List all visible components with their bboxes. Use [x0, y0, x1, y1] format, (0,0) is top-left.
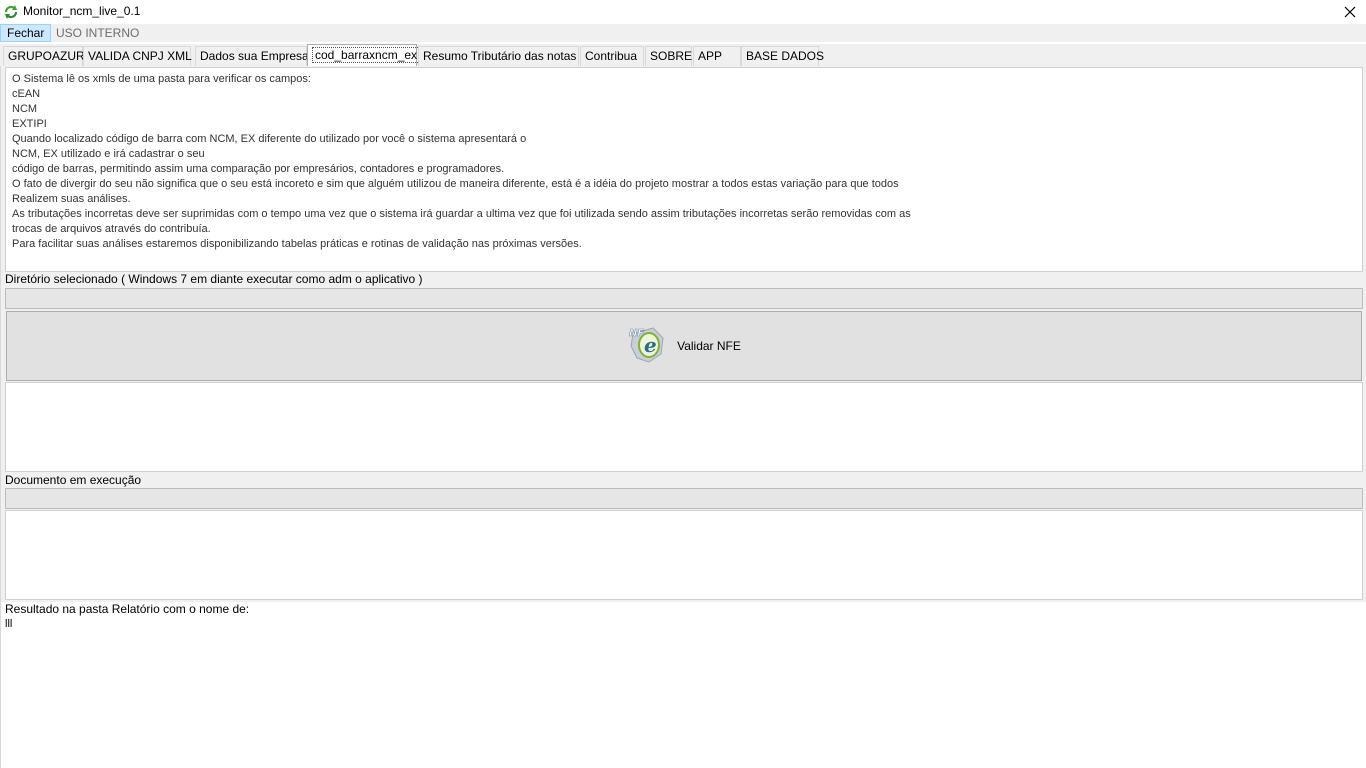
tab-label: GRUPOAZUR	[8, 49, 85, 63]
description-line: EXTIPI	[12, 118, 47, 130]
tab-app[interactable]: APP	[693, 46, 741, 66]
tab-sobre[interactable]: SOBRE	[645, 46, 692, 66]
tab-label: cod_barraxncm_ex	[312, 47, 421, 63]
tab-base-dados[interactable]: BASE DADOS	[741, 46, 824, 66]
tab-label: Resumo Tributário das notas	[423, 49, 577, 63]
tab-grupoazur[interactable]: GRUPOAZUR	[3, 46, 85, 66]
description-line: código de barras, permitindo assim uma c…	[12, 163, 505, 175]
tab-label: VALIDA CNPJ XML	[88, 49, 192, 63]
tab-label: Contribua	[585, 49, 638, 63]
result-label: Resultado na pasta Relatório com o nome …	[5, 602, 250, 616]
tab-label: SOBRE	[650, 49, 693, 63]
log-textbox[interactable]	[5, 382, 1363, 472]
tab-dados-sua-empresa[interactable]: Dados sua Empresa	[195, 46, 309, 66]
document-progress-bar	[5, 488, 1363, 509]
description-line: cEAN	[12, 88, 41, 100]
description-line: O fato de divergir do seu não significa …	[12, 178, 899, 190]
svg-text:e: e	[644, 333, 657, 357]
tab-label: BASE DADOS	[746, 49, 825, 63]
result-value: lll	[5, 618, 13, 630]
directory-progress-bar	[5, 288, 1363, 309]
validar-nfe-label: Validar NFE	[677, 339, 741, 353]
document-label: Documento em execução	[5, 473, 142, 487]
document-textbox[interactable]	[5, 510, 1363, 600]
directory-label: Diretório selecionado ( Windows 7 em dia…	[5, 272, 423, 286]
description-line: NCM	[12, 103, 38, 115]
tab-label: Dados sua Empresa	[200, 49, 309, 63]
nfe-logo-icon: e NF	[627, 324, 669, 369]
description-line: O Sistema lê os xmls de uma pasta para v…	[12, 73, 311, 85]
close-button[interactable]	[1334, 0, 1366, 24]
description-line: NCM, EX utilizado e irá cadastrar o seu	[12, 148, 205, 160]
title-bar: Monitor_ncm_live_0.1	[0, 0, 1366, 24]
tab-label: APP	[698, 49, 723, 63]
tab-cod-barraxncm-ex[interactable]: cod_barraxncm_ex	[307, 44, 421, 66]
description-line: Realizem suas análises.	[12, 193, 131, 205]
description-line: trocas de arquivos através do contribuía…	[12, 223, 211, 235]
description-line: Quando localizado código de barra com NC…	[12, 133, 527, 145]
result-area: Resultado na pasta Relatório com o nome …	[1, 601, 1366, 768]
description-textbox[interactable]: O Sistema lê os xmls de uma pasta para v…	[5, 67, 1363, 272]
menu-item-uso-interno[interactable]: USO INTERNO	[50, 24, 145, 42]
refresh-arrows-icon	[3, 4, 19, 20]
close-icon	[1344, 6, 1356, 18]
menu-bar: Fechar USO INTERNO	[0, 24, 1366, 42]
tab-contribua[interactable]: Contribua	[580, 46, 644, 66]
tab-valida-cnpj-xml[interactable]: VALIDA CNPJ XML	[83, 46, 192, 66]
description-line: Para facilitar suas análises estaremos d…	[12, 238, 582, 250]
description-line: As tributações incorretas deve ser supri…	[12, 208, 911, 220]
tab-panel: O Sistema lê os xmls de uma pasta para v…	[0, 66, 1366, 768]
window-title: Monitor_ncm_live_0.1	[23, 4, 141, 18]
tab-strip: GRUPOAZUR VALIDA CNPJ XML Dados sua Empr…	[0, 44, 1366, 66]
svg-text:NF: NF	[629, 328, 644, 339]
validar-nfe-button[interactable]: e NF Validar NFE	[6, 311, 1362, 381]
tab-resumo-tributario[interactable]: Resumo Tributário das notas	[418, 46, 579, 66]
menu-item-fechar[interactable]: Fechar	[0, 24, 52, 42]
